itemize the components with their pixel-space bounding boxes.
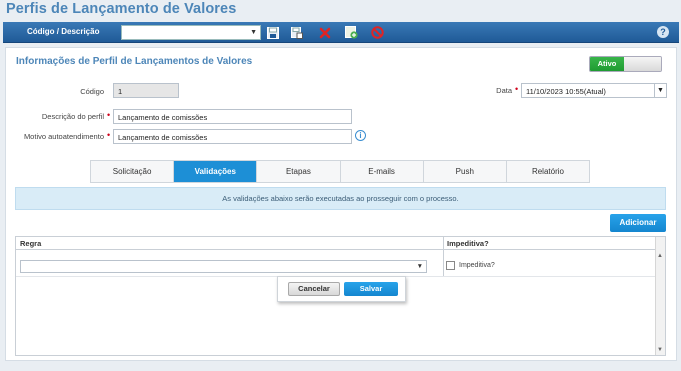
page-title: Perfis de Lançamento de Valores [6,1,237,17]
save-copy-icon[interactable] [289,25,304,40]
descricao-label: Descrição do perfil [41,112,104,121]
tab-emails[interactable]: E-mails [341,161,424,182]
help-icon[interactable]: ? [657,26,669,38]
tab-bar: Solicitação Validações Etapas E-mails Pu… [90,160,590,183]
main-panel: Informações de Perfil de Lançamentos de … [5,47,677,361]
add-button[interactable]: Adicionar [610,214,666,232]
toggle-knob [624,57,661,71]
chevron-down-icon: ▼ [416,263,423,270]
grid-scrollbar[interactable]: ▲ ▼ [655,237,665,355]
delete-icon[interactable] [317,25,332,40]
row-edit-popup: Cancelar Salvar [277,276,406,302]
column-header-impeditiva[interactable]: Impeditiva? [447,239,489,248]
column-header-regra[interactable]: Regra [20,239,41,248]
required-mark: • [107,130,111,140]
data-select[interactable]: 11/10/2023 10:55(Atual) ▼ [521,83,667,98]
data-select-value: 11/10/2023 10:55(Atual) [526,87,606,96]
status-toggle-label: Ativo [590,57,624,71]
impeditiva-checkbox-label[interactable]: Impeditiva? [459,262,495,269]
scroll-down-icon[interactable]: ▼ [657,347,663,353]
cancel-button[interactable]: Cancelar [288,282,340,296]
filter-label: Código / Descrição [27,27,100,36]
codigo-field: 1 [113,83,179,98]
required-mark: • [107,110,111,120]
required-mark: • [515,84,519,94]
save-button[interactable]: Salvar [344,282,398,296]
impeditiva-checkbox[interactable] [446,261,455,270]
add-icon[interactable] [344,25,359,40]
motivo-label: Motivo autoatendimento [23,132,104,141]
chevron-down-icon: ▼ [250,29,257,36]
info-icon[interactable]: i [355,130,366,141]
filter-select[interactable]: ▼ [121,25,261,40]
section-title: Informações de Perfil de Lançamentos de … [16,56,253,67]
status-toggle[interactable]: Ativo [589,56,662,72]
table-row: ▼ Impeditiva? [16,251,656,277]
codigo-label: Código [80,87,104,96]
cancel-icon[interactable] [370,25,385,40]
grid-header: Regra Impeditiva? [16,237,656,250]
chevron-down-icon: ▼ [654,84,666,97]
scroll-up-icon[interactable]: ▲ [657,253,663,259]
tab-solicitacao[interactable]: Solicitação [91,161,175,182]
rule-select[interactable]: ▼ [20,260,427,273]
tab-etapas[interactable]: Etapas [257,161,341,182]
info-notice: As validações abaixo serão executadas ao… [15,187,666,210]
data-label: Data [496,86,512,95]
tab-push[interactable]: Push [424,161,507,182]
tab-relatorio[interactable]: Relatório [507,161,589,182]
motivo-field[interactable]: Lançamento de comissões [113,129,352,144]
descricao-field[interactable]: Lançamento de comissões [113,109,352,124]
save-icon[interactable] [265,25,280,40]
tab-validacoes[interactable]: Validações [174,161,258,182]
toolbar: Código / Descrição ▼ ? [3,22,679,43]
